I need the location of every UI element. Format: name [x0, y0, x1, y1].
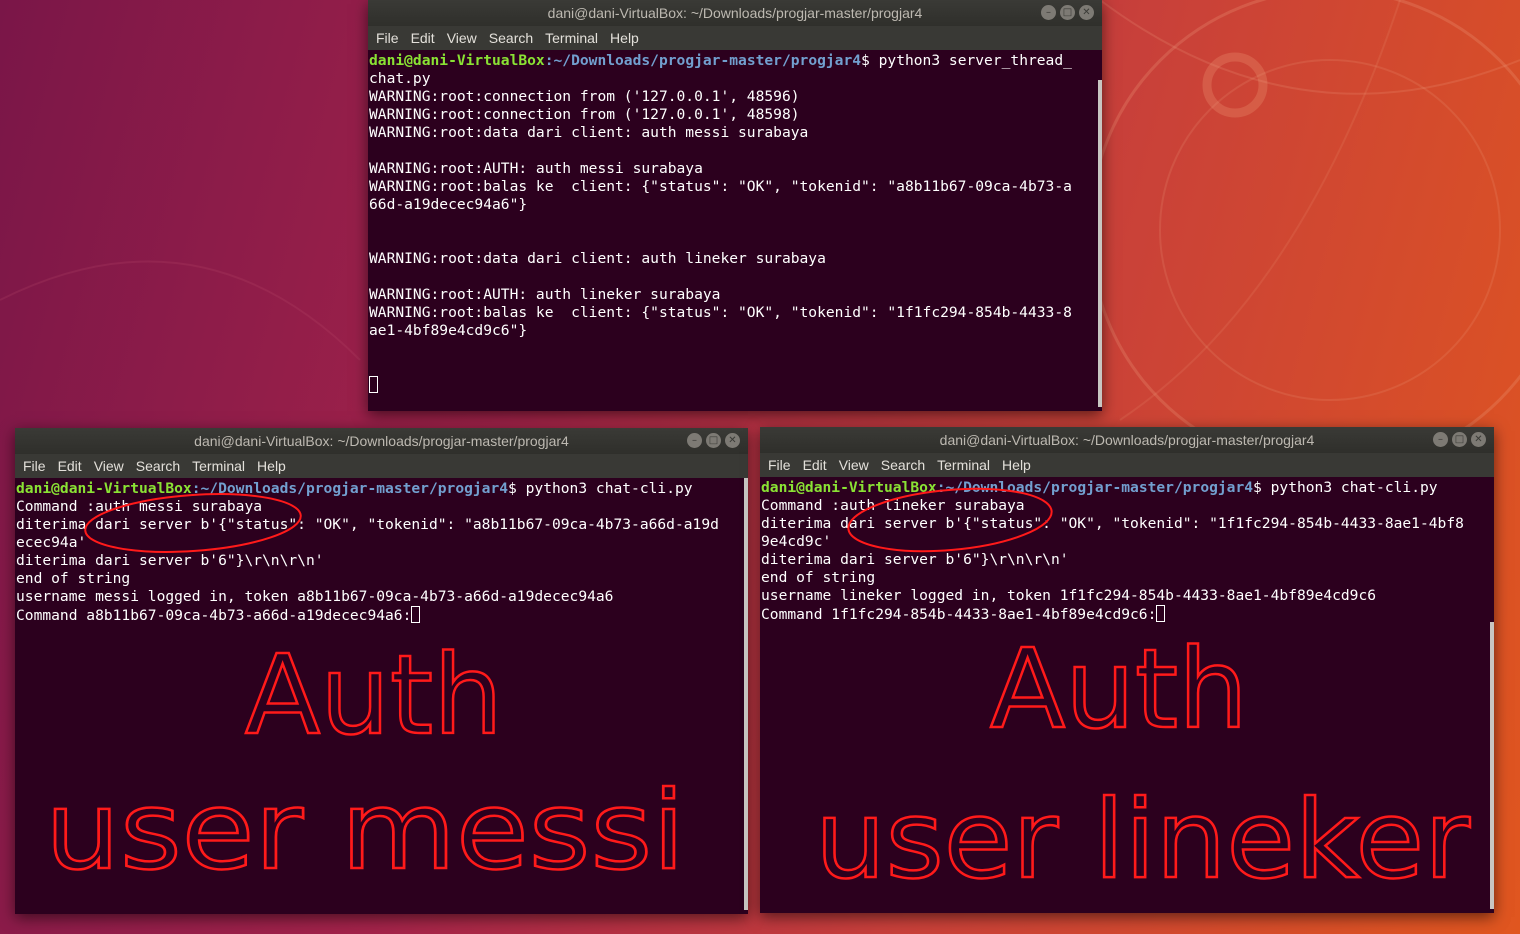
maximize-icon[interactable]: □ — [706, 433, 721, 448]
output-line: 66d-a19decec94a6"} — [369, 196, 528, 213]
output-line: WARNING:root:data dari client: auth mess… — [369, 124, 809, 141]
output-line: 9e4cd9c' — [761, 533, 832, 550]
client-lineker-terminal-output[interactable]: dani@dani-VirtualBox:~/Downloads/progjar… — [760, 477, 1494, 913]
client-messi-titlebar[interactable]: dani@dani-VirtualBox: ~/Downloads/progja… — [15, 428, 748, 454]
input-line[interactable]: Command 1f1fc294-854b-4433-8ae1-4bf89e4c… — [761, 605, 1493, 623]
terminal-cursor — [411, 606, 421, 623]
menu-terminal[interactable]: Terminal — [931, 457, 996, 473]
menu-file[interactable]: File — [370, 30, 405, 46]
close-icon[interactable]: ✕ — [1471, 432, 1486, 447]
menu-edit[interactable]: Edit — [52, 458, 88, 474]
client-lineker-titlebar[interactable]: dani@dani-VirtualBox: ~/Downloads/progja… — [760, 427, 1494, 453]
menu-terminal[interactable]: Terminal — [539, 30, 604, 46]
output-line: chat.py — [369, 70, 431, 87]
output-line: diterima dari server b'{"status": "OK", … — [16, 516, 719, 533]
prompt-line: dani@dani-VirtualBox:~/Downloads/progjar… — [761, 479, 1493, 497]
menu-terminal[interactable]: Terminal — [186, 458, 251, 474]
input-line[interactable]: Command a8b11b67-09ca-4b73-a66d-a19decec… — [16, 606, 747, 624]
output-line: diterima dari server b'{"status": "OK", … — [761, 515, 1464, 532]
menu-help[interactable]: Help — [604, 30, 645, 46]
minimize-icon[interactable]: – — [1041, 5, 1056, 20]
window-title: dani@dani-VirtualBox: ~/Downloads/progja… — [547, 5, 923, 21]
prompt-user: dani@dani-VirtualBox — [16, 480, 192, 497]
prompt-user: dani@dani-VirtualBox — [369, 52, 545, 69]
menu-view[interactable]: View — [88, 458, 130, 474]
output-line: Command :auth messi surabaya — [16, 498, 263, 515]
output-line: username lineker logged in, token 1f1fc2… — [761, 587, 1377, 604]
prompt-path: :~/Downloads/progjar-master/progjar4 — [191, 480, 509, 497]
client-messi-terminal-window[interactable]: dani@dani-VirtualBox: ~/Downloads/progja… — [15, 428, 748, 914]
command-prompt: Command 1f1fc294-854b-4433-8ae1-4bf89e4c… — [761, 606, 1157, 623]
client-messi-menubar: File Edit View Search Terminal Help — [15, 454, 748, 478]
close-icon[interactable]: ✕ — [725, 433, 740, 448]
scrollbar[interactable] — [1490, 622, 1494, 909]
output-line: WARNING:root:balas ke client: {"status":… — [369, 178, 1072, 195]
output-line: WARNING:root:AUTH: auth messi surabaya — [369, 160, 703, 177]
client-lineker-menubar: File Edit View Search Terminal Help — [760, 453, 1494, 477]
menu-help[interactable]: Help — [996, 457, 1037, 473]
prompt-path: :~/Downloads/progjar-master/progjar4 — [544, 52, 862, 69]
server-menubar: File Edit View Search Terminal Help — [368, 26, 1102, 50]
menu-search[interactable]: Search — [483, 30, 539, 46]
minimize-icon[interactable]: – — [1433, 432, 1448, 447]
output-line: WARNING:root:connection from ('127.0.0.1… — [369, 106, 800, 123]
output-line: ae1-4bf89e4cd9c6"} — [369, 322, 528, 339]
menu-help[interactable]: Help — [251, 458, 292, 474]
client-lineker-terminal-window[interactable]: dani@dani-VirtualBox: ~/Downloads/progja… — [760, 427, 1494, 913]
output-line: diterima dari server b'6"}\r\n\r\n' — [16, 552, 324, 569]
menu-edit[interactable]: Edit — [405, 30, 441, 46]
window-title: dani@dani-VirtualBox: ~/Downloads/progja… — [194, 433, 569, 449]
output-line: WARNING:root:AUTH: auth lineker surabaya — [369, 286, 721, 303]
terminal-cursor — [369, 376, 378, 393]
server-titlebar[interactable]: dani@dani-VirtualBox: ~/Downloads/progja… — [368, 0, 1102, 26]
menu-view[interactable]: View — [441, 30, 483, 46]
server-terminal-output[interactable]: dani@dani-VirtualBox:~/Downloads/progjar… — [368, 50, 1102, 411]
output-line: diterima dari server b'6"}\r\n\r\n' — [761, 551, 1069, 568]
prompt-user: dani@dani-VirtualBox — [761, 479, 937, 496]
prompt-line: dani@dani-VirtualBox:~/Downloads/progjar… — [369, 52, 1101, 70]
menu-edit[interactable]: Edit — [797, 457, 833, 473]
terminal-cursor — [1156, 605, 1166, 622]
output-line: ecec94a' — [16, 534, 87, 551]
prompt-line: dani@dani-VirtualBox:~/Downloads/progjar… — [16, 480, 747, 498]
output-line: Command :auth lineker surabaya — [761, 497, 1025, 514]
menu-file[interactable]: File — [17, 458, 52, 474]
menu-file[interactable]: File — [762, 457, 797, 473]
server-terminal-window[interactable]: dani@dani-VirtualBox: ~/Downloads/progja… — [368, 0, 1102, 411]
window-title: dani@dani-VirtualBox: ~/Downloads/progja… — [939, 432, 1315, 448]
minimize-icon[interactable]: – — [687, 433, 702, 448]
output-line: WARNING:root:data dari client: auth line… — [369, 250, 826, 267]
maximize-icon[interactable]: □ — [1060, 5, 1075, 20]
scrollbar[interactable] — [1098, 80, 1102, 407]
output-line: end of string — [16, 570, 131, 587]
menu-view[interactable]: View — [833, 457, 875, 473]
prompt-command: $ python3 chat-cli.py — [508, 480, 693, 497]
close-icon[interactable]: ✕ — [1079, 5, 1094, 20]
output-line: WARNING:root:connection from ('127.0.0.1… — [369, 88, 800, 105]
menu-search[interactable]: Search — [130, 458, 186, 474]
output-line: WARNING:root:balas ke client: {"status":… — [369, 304, 1072, 321]
prompt-command: $ python3 chat-cli.py — [1253, 479, 1438, 496]
prompt-path: :~/Downloads/progjar-master/progjar4 — [936, 479, 1254, 496]
menu-search[interactable]: Search — [875, 457, 931, 473]
client-messi-terminal-output[interactable]: dani@dani-VirtualBox:~/Downloads/progjar… — [15, 478, 748, 914]
output-line: username messi logged in, token a8b11b67… — [16, 588, 614, 605]
prompt-command: $ python3 server_thread_ — [861, 52, 1072, 69]
maximize-icon[interactable]: □ — [1452, 432, 1467, 447]
output-line: end of string — [761, 569, 876, 586]
scrollbar[interactable] — [744, 478, 748, 910]
command-prompt: Command a8b11b67-09ca-4b73-a66d-a19decec… — [16, 607, 412, 624]
